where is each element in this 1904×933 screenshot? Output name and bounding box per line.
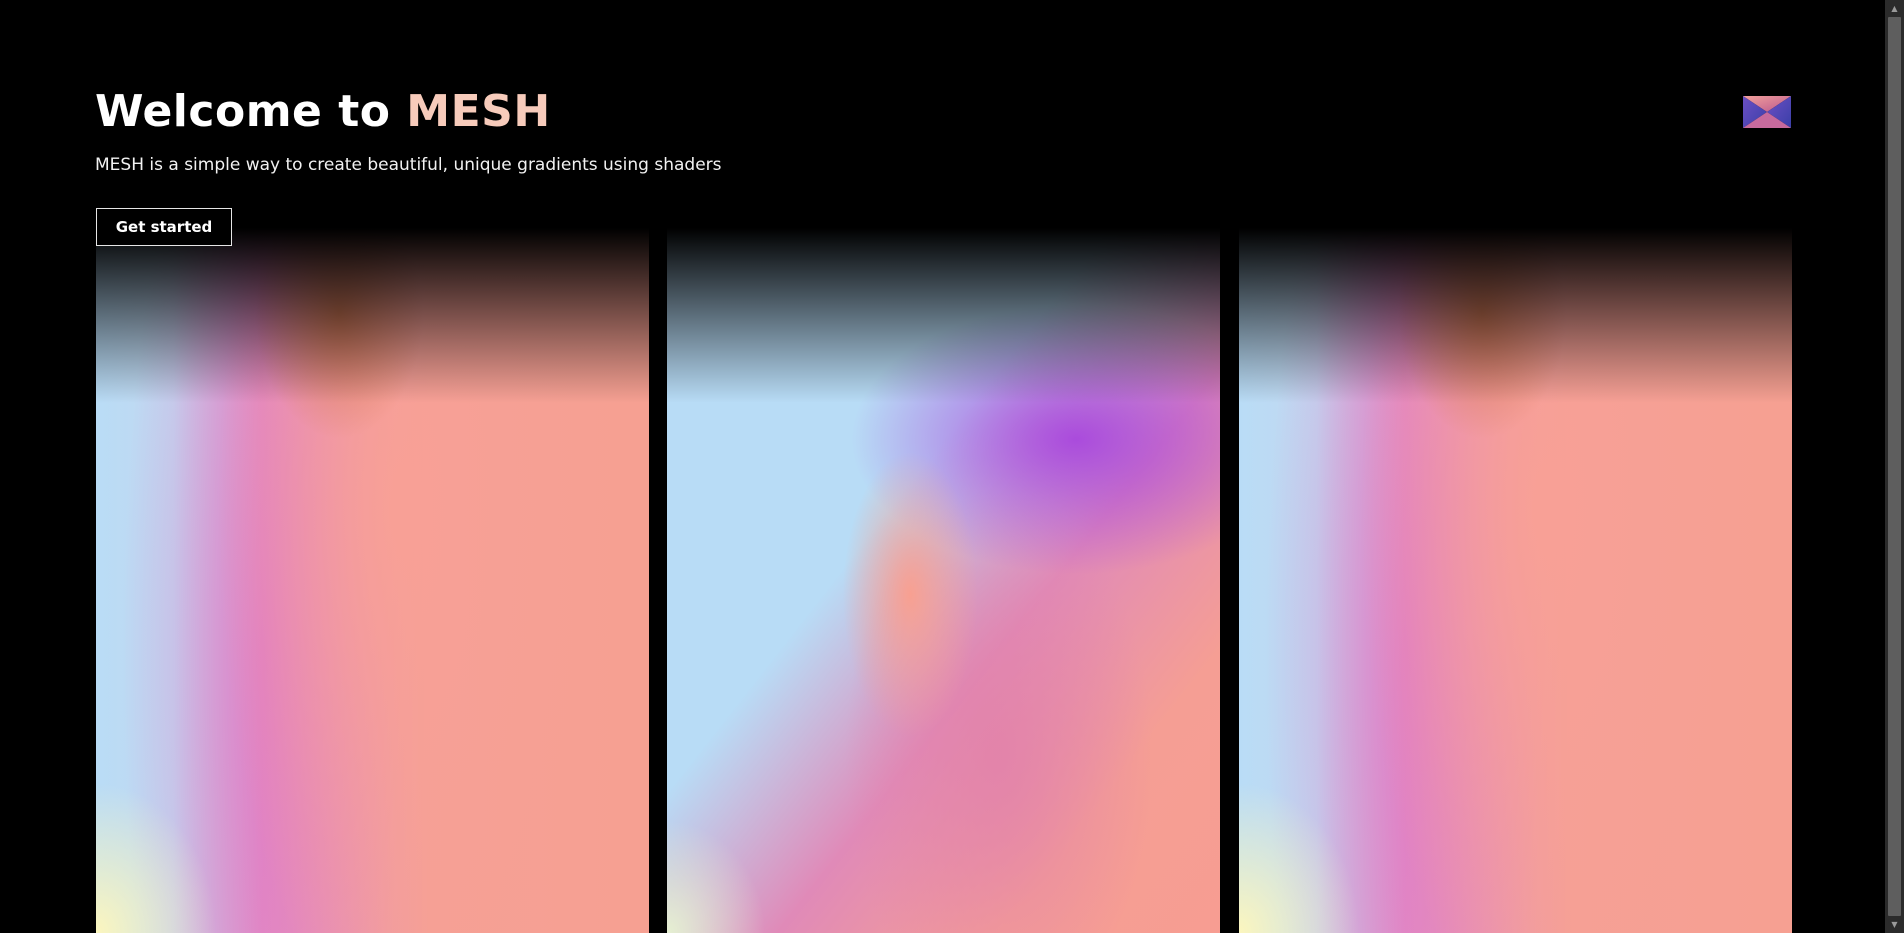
scroll-up-icon[interactable]: ▲	[1885, 0, 1904, 17]
panel-top-fade	[96, 228, 649, 403]
mesh-logo-icon[interactable]	[1743, 96, 1791, 128]
get-started-button[interactable]: Get started	[96, 208, 232, 246]
gradient-preview-3[interactable]	[1239, 228, 1792, 933]
gradient-preview-2[interactable]	[667, 228, 1220, 933]
title-prefix: Welcome to	[95, 86, 407, 137]
scrollbar-thumb[interactable]	[1888, 17, 1901, 916]
panel-top-fade	[1239, 228, 1792, 403]
panel-top-fade	[667, 228, 1220, 403]
mesh-logo-svg	[1743, 96, 1791, 128]
page-subtitle: MESH is a simple way to create beautiful…	[95, 155, 722, 175]
page-title: Welcome to MESH	[95, 84, 551, 140]
gradient-preview-1[interactable]	[96, 228, 649, 933]
page: Welcome to MESH MESH is a simple way to …	[0, 0, 1885, 933]
scroll-down-icon[interactable]: ▼	[1885, 916, 1904, 933]
vertical-scrollbar[interactable]: ▲ ▼	[1885, 0, 1904, 933]
title-brand: MESH	[406, 86, 551, 137]
